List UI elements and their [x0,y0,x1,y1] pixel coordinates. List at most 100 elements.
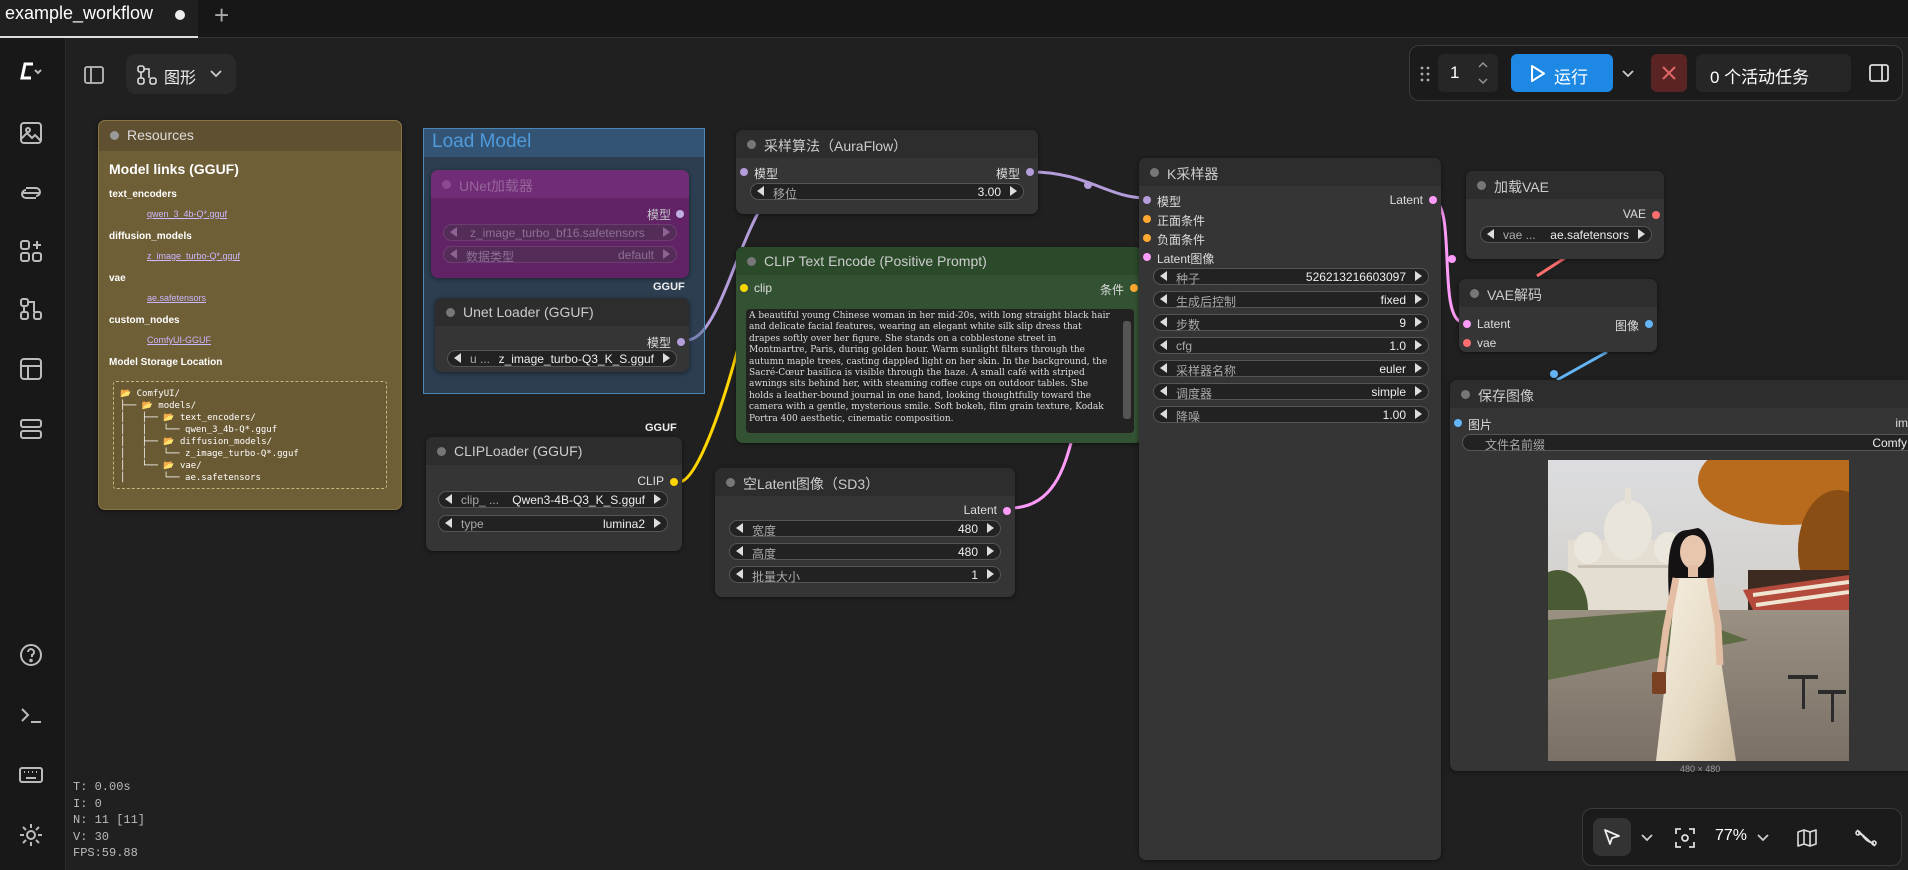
select-mode-button[interactable] [1593,818,1631,856]
settings-gear-icon[interactable] [18,822,44,848]
toggle-right-panel-button[interactable] [1861,54,1897,92]
output-model-dot[interactable] [677,338,685,346]
chevron-down-icon [210,70,222,78]
height-widget[interactable]: 高度 480 [729,543,1001,561]
toggle-panel-button[interactable] [75,54,115,94]
unet-loader-node-bypassed[interactable]: UNet加载器 模型 z_image_turbo_bf16.safetensor… [431,170,689,278]
workflows-icon[interactable] [18,296,44,322]
resources-note[interactable]: Resources Model links (GGUF) text_encode… [98,120,402,510]
fit-view-icon[interactable] [1675,828,1695,848]
input-negative-dot[interactable] [1143,234,1151,242]
image-size-caption: 480 × 480 [1680,764,1721,774]
ksampler-node[interactable]: K采样器 模型 正面条件 负面条件 Latent图像 Latent 种子 5262… [1139,158,1441,860]
clip-name-widget[interactable]: clip_ ... Qwen3-4B-Q3_K_S.gguf [438,491,668,508]
view-mode-dropdown[interactable]: 图形 [126,54,236,94]
terminal-icon[interactable] [18,702,44,728]
empty-latent-sd3-node[interactable]: 空Latent图像（SD3） Latent 宽度 480 高度 480 批量大小 1 [715,468,1015,597]
node-title: Unet Loader (GGUF) [463,304,594,320]
new-tab-button[interactable]: + [214,0,229,31]
input-latent-dot[interactable] [1463,320,1471,328]
drag-handle-icon[interactable] [1420,66,1430,82]
custom-nodes-link[interactable]: ComfyUI-GGUF [147,335,211,345]
input-model-dot[interactable] [740,168,748,176]
group-title: Load Model [432,131,532,152]
width-widget[interactable]: 宽度 480 [729,520,1001,538]
run-label: 运行 [1554,68,1588,87]
load-vae-node[interactable]: 加载VAE VAE vae ... ae.safetensors [1466,171,1664,259]
batch-size-widget[interactable]: 批量大小 1 [729,566,1001,584]
input-clip-dot[interactable] [740,284,748,292]
queue-panel-icon[interactable] [18,416,44,442]
keyboard-shortcuts-icon[interactable] [18,762,44,788]
vae-name-widget[interactable]: vae ... ae.safetensors [1480,226,1652,243]
stat-nodes: N: 11 [11] [73,813,146,827]
templates-icon[interactable] [18,356,44,382]
input-latent-label: Latent图像 [1157,252,1215,266]
output-model-dot[interactable] [676,210,684,218]
output-image-preview[interactable] [1548,460,1849,761]
stepper-icon[interactable] [1478,61,1488,85]
denoise-widget[interactable]: 降噪 1.00 [1153,406,1429,424]
run-button[interactable]: 运行 [1511,54,1613,92]
shift-widget[interactable]: 移位 3.00 [750,183,1024,201]
seed-widget[interactable]: 种子 526213216603097 [1153,268,1429,286]
output-image-dot[interactable] [1645,320,1653,328]
vae-decode-node[interactable]: VAE解码 Latent vae 图像 [1459,279,1657,352]
clip-type-widget[interactable]: type lumina2 [438,515,668,532]
image-gallery-icon[interactable] [18,120,44,146]
batch-count-input[interactable]: 1 [1438,54,1498,92]
input-model-dot[interactable] [1143,196,1151,204]
active-tasks-button[interactable]: 0 个活动任务 [1696,54,1851,92]
sampler-name-widget[interactable]: 采样器名称 euler [1153,360,1429,378]
input-images-dot[interactable] [1454,419,1462,427]
steps-widget[interactable]: 步数 9 [1153,314,1429,332]
run-options-dropdown[interactable] [1617,54,1641,92]
output-latent-dot[interactable] [1429,196,1437,204]
weight-dtype-widget[interactable]: 数据类型 default [443,246,677,264]
hide-links-icon[interactable] [1855,828,1877,848]
filename-prefix-widget[interactable]: 文件名前缀 Comfy [1462,434,1908,452]
output-clip-dot[interactable] [670,478,678,486]
input-vae-dot[interactable] [1463,339,1471,347]
comfy-logo-icon[interactable] [16,58,42,84]
graph-canvas[interactable]: Resources Model links (GGUF) text_encode… [67,38,1908,870]
node-library-icon[interactable] [18,238,44,264]
cancel-run-button[interactable] [1651,54,1687,92]
input-latent-label: Latent [1477,317,1511,331]
active-tasks-label: 0 个活动任务 [1710,68,1810,87]
output-vae-dot[interactable] [1652,211,1660,219]
unet-loader-gguf-node[interactable]: Unet Loader (GGUF) 模型 u ... z_image_turbo… [435,298,689,372]
perf-stats: T: 0.00s I: 0 N: 11 [11] V: 30 FPS:59.88 [73,779,145,862]
save-image-node[interactable]: 保存图像 图片 im 文件名前缀 Comfy 480 × 480 [1450,380,1908,774]
chevron-down-icon[interactable] [1757,834,1769,842]
unet-name-widget[interactable]: z_image_turbo_bf16.safetensors [443,224,677,241]
cfg-widget[interactable]: cfg 1.0 [1153,337,1429,354]
minimap-icon[interactable] [1797,828,1817,848]
textarea-scrollbar[interactable] [1123,321,1131,419]
input-positive-dot[interactable] [1143,215,1151,223]
resources-heading: Model links (GGUF) [109,161,239,177]
input-vae-label: vae [1477,336,1497,350]
prompt-textarea[interactable]: A beautiful young Chinese woman in her m… [746,309,1134,433]
zoom-level[interactable]: 77% [1715,827,1747,845]
node-title: VAE解码 [1487,287,1542,303]
text-encoders-link[interactable]: qwen_3_4b-Q*.gguf [147,209,227,219]
clip-text-encode-node[interactable]: CLIP Text Encode (Positive Prompt) clip … [736,247,1142,443]
diffusion-link[interactable]: z_image_turbo-Q*.gguf [147,251,240,261]
unet-name-widget[interactable]: u ... z_image_turbo-Q3_K_S.gguf [447,350,677,367]
chevron-down-icon[interactable] [1641,834,1653,842]
input-model-label: 模型 [754,167,779,181]
output-model-dot[interactable] [1026,168,1034,176]
model-sampling-auraflow-node[interactable]: 采样算法（AuraFlow） 模型 模型 移位 3.00 [736,130,1038,214]
model-library-icon[interactable] [18,180,44,206]
output-conditioning-dot[interactable] [1130,284,1138,292]
help-icon[interactable] [18,642,44,668]
control-after-generate-widget[interactable]: 生成后控制 fixed [1153,291,1429,309]
scheduler-widget[interactable]: 调度器 simple [1153,383,1429,401]
clip-loader-gguf-node[interactable]: CLIPLoader (GGUF) CLIP clip_ ... Qwen3-4B… [426,437,682,551]
workflow-tab[interactable]: example_workflow [0,0,198,38]
input-latent-dot[interactable] [1143,253,1151,261]
output-latent-dot[interactable] [1003,507,1011,515]
unsaved-dot-icon[interactable] [175,10,185,20]
vae-link[interactable]: ae.safetensors [147,293,206,303]
